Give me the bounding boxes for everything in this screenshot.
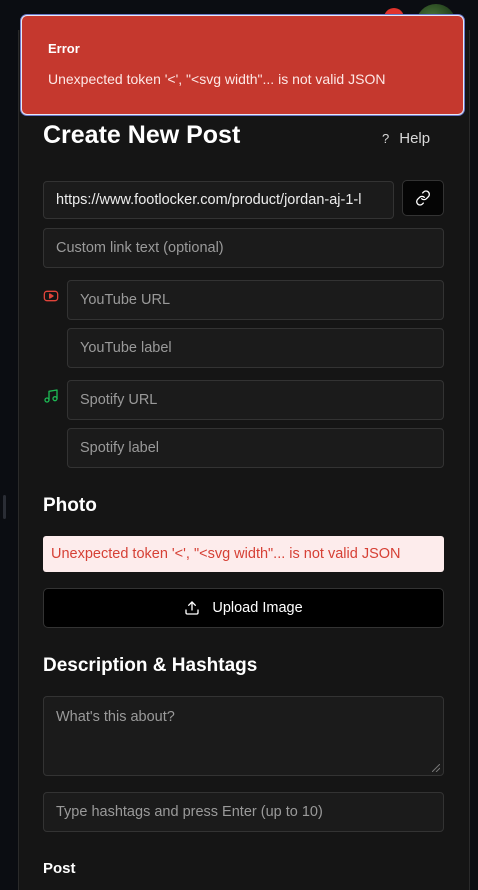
scrollbar-handle[interactable] <box>3 495 6 519</box>
spotify-label-input[interactable]: Spotify label <box>67 428 444 468</box>
description-heading: Description & Hashtags <box>43 655 258 676</box>
toast-message: Unexpected token '<', "<svg width"... is… <box>48 71 386 87</box>
photo-heading: Photo <box>43 495 97 516</box>
spotify-url-input[interactable]: Spotify URL <box>67 380 444 420</box>
description-textarea[interactable]: What's this about? <box>43 696 444 776</box>
custom-link-text-input[interactable]: Custom link text (optional) <box>43 228 444 268</box>
toast-title: Error <box>48 41 80 56</box>
add-link-button[interactable] <box>402 180 444 216</box>
help-label: Help <box>399 130 431 147</box>
upload-image-button[interactable]: Upload Image <box>43 588 444 628</box>
youtube-url-input[interactable]: YouTube URL <box>67 280 444 320</box>
link-icon <box>416 190 430 206</box>
product-url-input[interactable]: https://www.footlocker.com/product/jorda… <box>43 181 394 219</box>
hashtags-input[interactable]: Type hashtags and press Enter (up to 10) <box>43 792 444 832</box>
page-title: Create New Post <box>43 121 241 149</box>
help-button[interactable]: ? Help <box>382 130 430 147</box>
upload-icon <box>185 601 200 615</box>
youtube-icon <box>43 290 59 302</box>
upload-image-label: Upload Image <box>212 600 303 616</box>
photo-error-message: Unexpected token '<', "<svg width"... is… <box>43 536 444 572</box>
youtube-label-input[interactable]: YouTube label <box>67 328 444 368</box>
resize-handle-icon[interactable] <box>432 764 440 772</box>
music-note-icon <box>44 389 58 403</box>
description-placeholder: What's this about? <box>56 709 175 725</box>
post-section-label: Post <box>43 860 76 877</box>
help-icon: ? <box>382 131 390 146</box>
error-toast[interactable]: Error Unexpected token '<', "<svg width"… <box>21 15 464 115</box>
